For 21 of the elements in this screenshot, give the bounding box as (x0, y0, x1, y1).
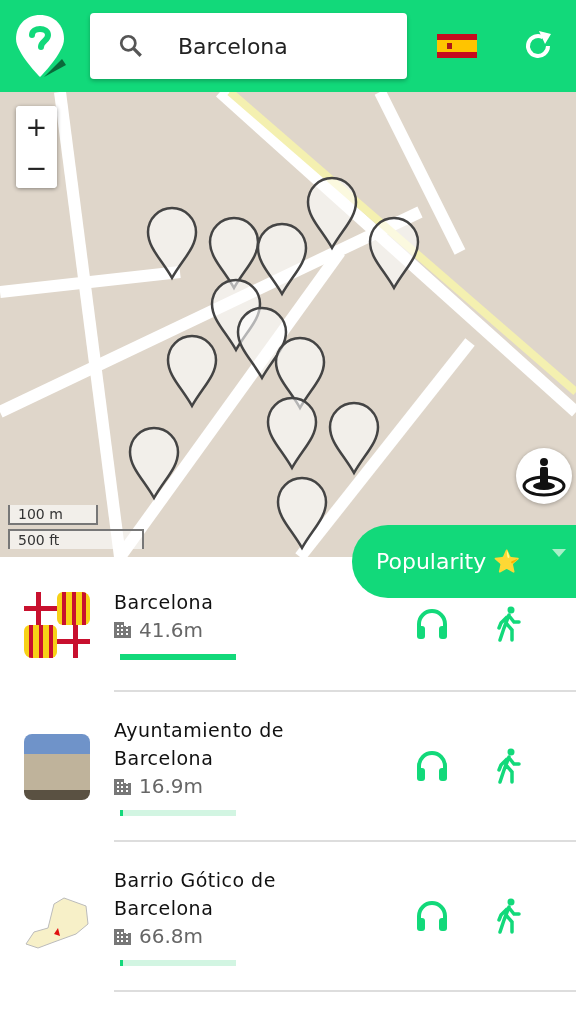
scale-bar: 100 m (8, 505, 98, 525)
flag-icon[interactable] (437, 34, 477, 58)
place-title[interactable]: Barrio Gótico de Barcelona (114, 866, 374, 922)
distance-text: 66.8m (139, 924, 203, 948)
distance-text: 41.6m (139, 617, 203, 642)
place-title[interactable]: Ayuntamiento de Barcelona (114, 716, 374, 772)
distance-text: 16.9m (139, 774, 203, 798)
caret-icon (552, 549, 566, 557)
zoom-out-button[interactable]: − (16, 147, 57, 188)
city-emblem-icon (24, 591, 90, 658)
search-icon (118, 33, 144, 59)
audio-guide-button[interactable] (414, 898, 450, 934)
search-field[interactable]: Barcelona (90, 13, 407, 79)
building-icon (114, 621, 131, 638)
scale-bar: 500 ft (8, 529, 144, 549)
audio-guide-button[interactable] (414, 748, 450, 784)
zoom-in-button[interactable]: + (16, 106, 57, 147)
photo-placeholder (24, 734, 90, 800)
building-icon (114, 927, 131, 945)
logo-pin-icon (14, 13, 66, 79)
building-icon (114, 777, 131, 795)
